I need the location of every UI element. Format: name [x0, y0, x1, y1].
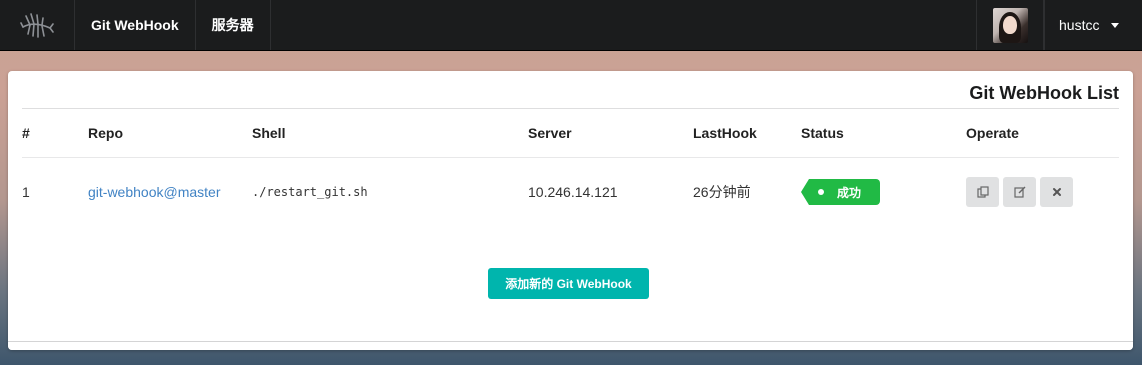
server-address: 10.246.14.121: [528, 184, 618, 201]
avatar: [992, 7, 1028, 43]
avatar-menu[interactable]: [976, 0, 1044, 50]
nav-item-git-webhook[interactable]: Git WebHook: [75, 0, 196, 50]
status-text: 成功: [837, 185, 862, 200]
add-webhook-button[interactable]: 添加新的 Git WebHook: [488, 268, 649, 299]
logo[interactable]: [0, 0, 75, 50]
card-header: Git WebHook List: [22, 71, 1119, 109]
status-badge: 成功: [800, 179, 881, 206]
column-header-server: Server: [528, 110, 693, 158]
delete-icon: [1052, 188, 1061, 197]
column-header-index: #: [22, 110, 88, 158]
column-header-shell: Shell: [252, 110, 528, 158]
page-title: Git WebHook List: [969, 83, 1119, 103]
repo-link[interactable]: git-webhook@master: [88, 184, 221, 200]
user-dropdown[interactable]: hustcc: [1044, 0, 1142, 50]
delete-button[interactable]: [1040, 177, 1073, 208]
column-header-operate: Operate: [966, 110, 1119, 158]
navbar-left: Git WebHook 服务器: [0, 0, 271, 50]
table-header-row: # Repo Shell Server LastHook Status Oper…: [22, 110, 1119, 158]
fish-skeleton-logo-icon: [20, 13, 54, 38]
status-dot-icon: [818, 189, 824, 196]
shell-command: ./restart_git.sh: [252, 185, 368, 200]
webhook-table: # Repo Shell Server LastHook Status Oper…: [22, 110, 1119, 227]
row-index: 1: [22, 184, 30, 201]
copy-icon: [976, 186, 989, 198]
caret-down-icon: [1111, 22, 1120, 28]
table-row: 1 git-webhook@master ./restart_git.sh 10…: [22, 157, 1119, 227]
column-header-repo: Repo: [88, 110, 252, 158]
edit-button[interactable]: [1003, 177, 1036, 208]
top-navbar: Git WebHook 服务器 hustcc: [0, 0, 1142, 51]
column-header-lasthook: LastHook: [693, 110, 801, 158]
column-header-status: Status: [801, 110, 966, 158]
copy-button[interactable]: [966, 177, 999, 208]
webhook-list-card: Git WebHook List # Repo Shell Server Las…: [8, 71, 1133, 350]
last-hook-time: 26分钟前: [693, 184, 751, 201]
navbar-right: hustcc: [976, 0, 1142, 50]
operation-buttons: [966, 177, 1119, 208]
user-name: hustcc: [1059, 17, 1100, 33]
nav-item-servers[interactable]: 服务器: [196, 0, 271, 50]
edit-icon: [1013, 186, 1025, 198]
card-footer-edge: [8, 341, 1133, 350]
